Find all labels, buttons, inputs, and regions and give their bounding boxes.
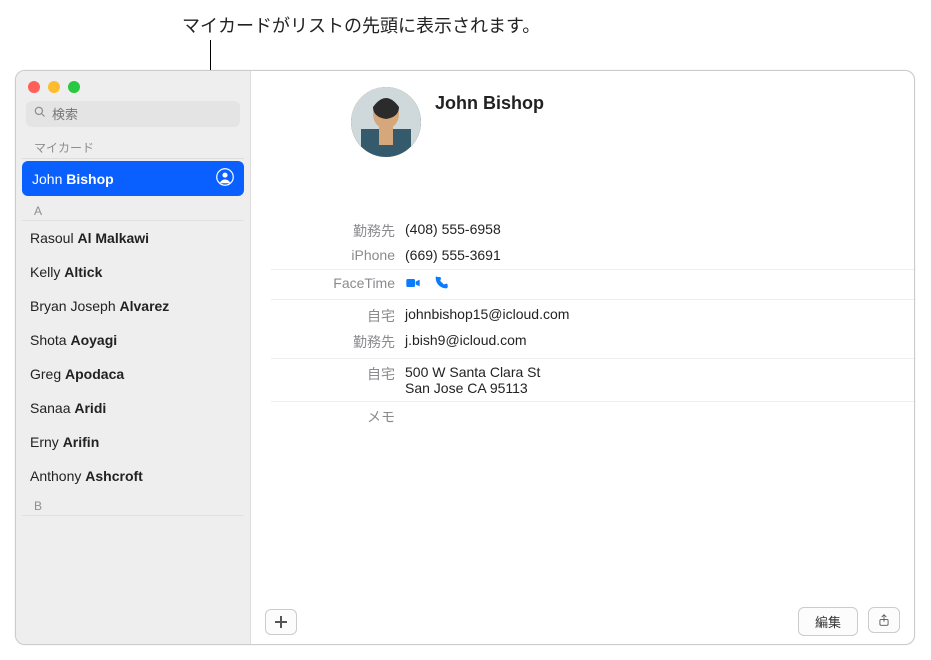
- list-item[interactable]: Anthony Ashcroft: [16, 459, 250, 493]
- contact-list: A Rasoul Al Malkawi Kelly Altick Bryan J…: [16, 198, 250, 644]
- field-value[interactable]: j.bish9@icloud.com: [405, 332, 914, 352]
- facetime-actions: [405, 275, 914, 294]
- list-item[interactable]: Rasoul Al Malkawi: [16, 221, 250, 255]
- field-label: FaceTime: [271, 275, 405, 294]
- zoom-window-button[interactable]: [68, 81, 80, 93]
- phone-iphone-row: iPhone (669) 555-3691: [271, 244, 914, 266]
- contacts-window: マイカード John Bishop A Rasoul Al Malkawi Ke…: [15, 70, 915, 645]
- close-window-button[interactable]: [28, 81, 40, 93]
- my-card-section-label: マイカード: [22, 133, 244, 159]
- search-icon: [34, 105, 52, 123]
- section-header-b: B: [22, 493, 244, 516]
- facetime-audio-icon[interactable]: [433, 275, 449, 294]
- field-label: 自宅: [271, 306, 405, 326]
- list-item[interactable]: Bryan Joseph Alvarez: [16, 289, 250, 323]
- share-button[interactable]: [868, 607, 900, 633]
- field-label: 自宅: [271, 364, 405, 396]
- facetime-video-icon[interactable]: [405, 275, 421, 294]
- field-label: メモ: [271, 407, 405, 427]
- contact-detail: John Bishop 勤務先 (408) 555-6958 iPhone (6…: [251, 71, 914, 644]
- search-input[interactable]: [52, 107, 232, 122]
- field-label: 勤務先: [271, 332, 405, 352]
- plus-icon: [275, 616, 287, 628]
- search-field[interactable]: [26, 101, 240, 127]
- minimize-window-button[interactable]: [48, 81, 60, 93]
- avatar[interactable]: [351, 87, 421, 157]
- email-work-row: 勤務先 j.bish9@icloud.com: [271, 329, 914, 355]
- address-row: 自宅 500 W Santa Clara St San Jose CA 9511…: [271, 359, 914, 402]
- facetime-row: FaceTime: [271, 270, 914, 300]
- field-value[interactable]: johnbishop15@icloud.com: [405, 306, 914, 326]
- add-button[interactable]: [265, 609, 297, 635]
- contact-name: John Bishop: [435, 87, 544, 114]
- email-home-row: 自宅 johnbishop15@icloud.com: [271, 303, 914, 329]
- contact-last: Bishop: [66, 171, 113, 187]
- annotation-callout: マイカードがリストの先頭に表示されます。: [182, 12, 540, 38]
- list-item[interactable]: Kelly Altick: [16, 255, 250, 289]
- field-value[interactable]: (669) 555-3691: [405, 247, 914, 263]
- field-value[interactable]: (408) 555-6958: [405, 221, 914, 241]
- fields: 勤務先 (408) 555-6958 iPhone (669) 555-3691…: [251, 215, 914, 432]
- field-value[interactable]: 500 W Santa Clara St San Jose CA 95113: [405, 364, 914, 396]
- field-label: 勤務先: [271, 221, 405, 241]
- note-row: メモ: [271, 402, 914, 432]
- sidebar: マイカード John Bishop A Rasoul Al Malkawi Ke…: [16, 71, 251, 644]
- share-icon: [877, 613, 891, 627]
- edit-button[interactable]: 編集: [798, 607, 858, 636]
- note-value[interactable]: [405, 407, 914, 427]
- list-item[interactable]: Sanaa Aridi: [16, 391, 250, 425]
- me-card-icon: [216, 168, 234, 189]
- contact-first: John: [32, 171, 62, 187]
- bottom-toolbar: 編集: [251, 598, 914, 644]
- list-item[interactable]: Greg Apodaca: [16, 357, 250, 391]
- field-label: iPhone: [271, 247, 405, 263]
- section-header-a: A: [22, 198, 244, 221]
- phone-work-row: 勤務先 (408) 555-6958: [271, 218, 914, 244]
- detail-header: John Bishop: [251, 71, 914, 165]
- window-controls: [16, 71, 250, 101]
- list-item[interactable]: Shota Aoyagi: [16, 323, 250, 357]
- my-card-row[interactable]: John Bishop: [22, 161, 244, 196]
- list-item[interactable]: Erny Arifin: [16, 425, 250, 459]
